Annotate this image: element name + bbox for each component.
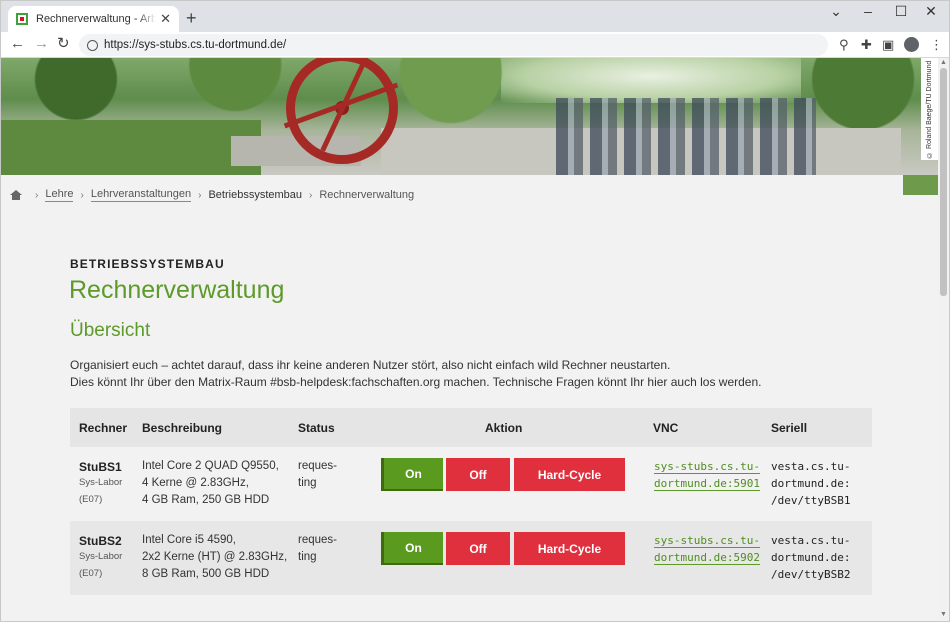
maximize-icon[interactable]: ☐ [886, 3, 916, 20]
back-icon[interactable]: ← [10, 36, 25, 52]
header-aktion: Aktion [485, 421, 523, 435]
page-kicker: BETRIEBSSYSTEMBAU [70, 257, 225, 271]
page-viewport: © Roland Baege/TU Dortmund › Lehre › Leh… [1, 58, 938, 621]
scrollbar-thumb[interactable] [940, 68, 947, 296]
reload-icon[interactable]: ↻ [57, 36, 70, 52]
chevron-right-icon: › [80, 189, 84, 201]
host-name: StuBS2 [79, 534, 122, 548]
host-status: reques- ting [298, 534, 337, 563]
host-room: (E07) [79, 494, 103, 505]
chevron-right-icon: › [309, 189, 313, 201]
hero-photo: © Roland Baege/TU Dortmund [1, 58, 938, 175]
header-status: Status [298, 421, 335, 435]
intro-line-1: Organisiert euch – achtet darauf, dass i… [70, 358, 671, 372]
chevron-right-icon: › [198, 189, 202, 201]
host-lab: Sys-Labor [79, 551, 123, 562]
host-name: StuBS1 [79, 460, 122, 474]
site-info-icon[interactable] [87, 39, 98, 51]
table-row: StuBS1 Sys-Labor (E07) Intel Core 2 QUAD… [70, 447, 872, 521]
tab-title: Rechnerverwaltung - Arbeitsgruppe [36, 13, 157, 25]
host-lab: Sys-Labor [79, 477, 123, 488]
serial-path: vesta.cs.tu- dortmund.de: /dev/ttyBSB1 [771, 460, 851, 507]
students-crowd [556, 98, 816, 175]
scroll-down-icon[interactable]: ▼ [940, 611, 947, 618]
extension-icon[interactable]: ⚲ [839, 37, 849, 53]
breadcrumb: › Lehre › Lehrveranstaltungen › Betriebs… [10, 188, 414, 202]
close-window-icon[interactable]: ✕ [916, 3, 946, 20]
url-text: https://sys-stubs.cs.tu-dortmund.de/ [104, 39, 287, 51]
table-row: StuBS2 Sys-Labor (E07) Intel Core i5 459… [70, 521, 872, 595]
intro-line-2: Dies könnt Ihr über den Matrix-Raum #bsb… [70, 375, 762, 389]
menu-kebab-icon[interactable]: ⋮ [930, 37, 943, 53]
host-status: reques- ting [298, 460, 337, 489]
scroll-up-icon[interactable]: ▲ [940, 59, 947, 66]
browser-window: Rechnerverwaltung - Arbeitsgruppe ✕ + ⌄ … [0, 0, 950, 622]
hard-cycle-button[interactable]: Hard-Cycle [514, 532, 625, 565]
power-on-button[interactable]: On [381, 532, 443, 565]
breadcrumb-lehrveranstaltungen[interactable]: Lehrveranstaltungen [90, 188, 192, 202]
vnc-link[interactable]: sys-stubs.cs.tu- dortmund.de:5901 [654, 458, 760, 492]
puzzle-icon[interactable]: ✚ [861, 37, 872, 53]
chevron-right-icon: › [35, 189, 39, 201]
minimize-icon[interactable]: – [853, 3, 883, 19]
header-seriell: Seriell [771, 421, 808, 435]
tab-search-icon[interactable]: ⌄ [821, 3, 851, 20]
vnc-link[interactable]: sys-stubs.cs.tu- dortmund.de:5902 [654, 532, 760, 566]
power-on-button[interactable]: On [381, 458, 443, 491]
hard-cycle-button[interactable]: Hard-Cycle [514, 458, 625, 491]
intro-text: Organisiert euch – achtet darauf, dass i… [70, 357, 761, 391]
power-off-button[interactable]: Off [446, 532, 510, 565]
page-title: Rechnerverwaltung [69, 276, 285, 304]
breadcrumb-betriebssystembau[interactable]: Betriebssystembau [208, 189, 302, 201]
new-tab-icon[interactable]: + [186, 9, 197, 27]
host-description: Intel Core 2 QUAD Q9550, 4 Kerne @ 2.83G… [142, 460, 279, 506]
photo-credit: © Roland Baege/TU Dortmund [921, 58, 938, 160]
power-off-button[interactable]: Off [446, 458, 510, 491]
site-favicon-icon [16, 13, 28, 25]
table-header: Rechner Beschreibung Status Aktion VNC S… [70, 408, 872, 447]
tab-close-icon[interactable]: ✕ [160, 11, 171, 27]
browser-toolbar: ← → ↻ https://sys-stubs.cs.tu-dortmund.d… [1, 32, 949, 58]
host-description: Intel Core i5 4590, 2x2 Kerne (HT) @ 2.8… [142, 534, 288, 580]
tab-strip: Rechnerverwaltung - Arbeitsgruppe ✕ + ⌄ … [1, 1, 949, 32]
header-vnc: VNC [653, 421, 679, 435]
section-title: Übersicht [70, 320, 151, 341]
serial-path: vesta.cs.tu- dortmund.de: /dev/ttyBSB2 [771, 534, 851, 581]
profile-avatar-icon[interactable] [904, 37, 919, 52]
browser-tab[interactable]: Rechnerverwaltung - Arbeitsgruppe ✕ [8, 6, 179, 32]
header-beschreibung: Beschreibung [142, 421, 223, 435]
machines-table: Rechner Beschreibung Status Aktion VNC S… [70, 408, 872, 595]
host-room: (E07) [79, 568, 103, 579]
address-bar[interactable]: https://sys-stubs.cs.tu-dortmund.de/ [79, 34, 828, 56]
header-rechner: Rechner [79, 421, 128, 435]
breadcrumb-current: Rechnerverwaltung [319, 189, 415, 201]
breadcrumb-lehre[interactable]: Lehre [45, 188, 74, 202]
side-panel-icon[interactable]: ▣ [882, 37, 894, 53]
forward-icon[interactable]: → [34, 36, 49, 52]
home-icon[interactable] [10, 190, 22, 200]
page-scrollbar[interactable]: ▲ ▼ [938, 58, 949, 621]
